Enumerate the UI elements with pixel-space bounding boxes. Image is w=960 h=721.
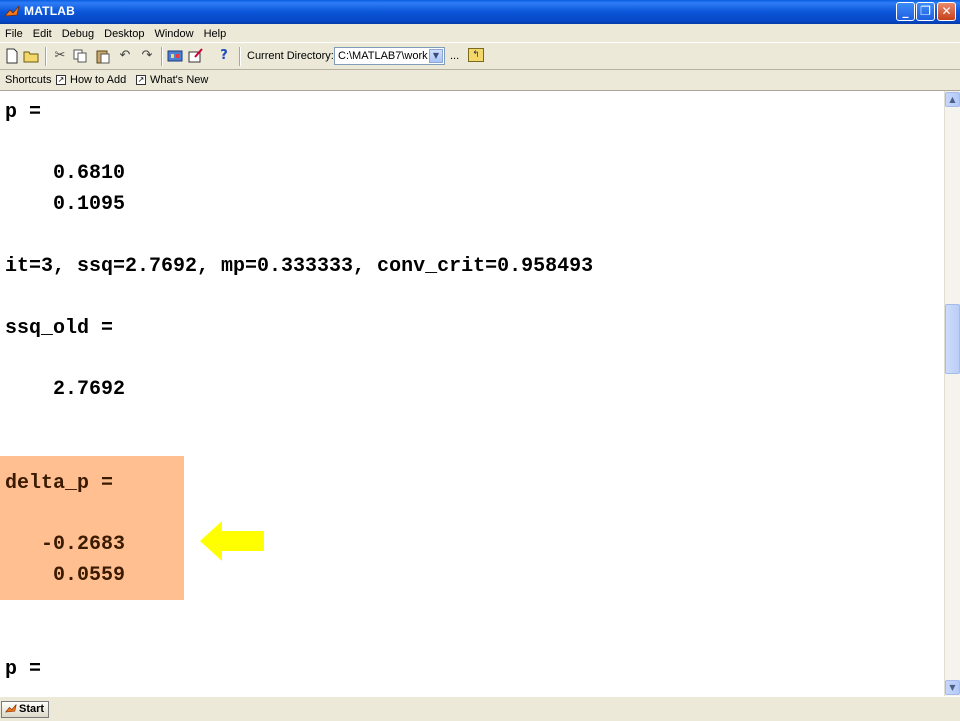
output-line: ssq_old =	[5, 317, 114, 340]
shortcut-icon: ↗	[136, 75, 146, 85]
output-line: p =	[5, 658, 42, 681]
copy-icon[interactable]	[72, 48, 88, 64]
scroll-up-icon[interactable]: ▲	[945, 92, 960, 107]
title-bar: MATLAB _ ❐ ✕	[0, 0, 960, 24]
scrollbar-thumb[interactable]	[945, 304, 960, 374]
menu-file[interactable]: File	[0, 25, 28, 43]
current-directory-value: C:\MATLAB7\work	[338, 50, 428, 62]
output-line: 0.0559	[5, 564, 126, 587]
menu-edit[interactable]: Edit	[28, 25, 57, 43]
start-button[interactable]: Start	[1, 701, 49, 718]
output-line: p =	[5, 101, 42, 124]
vertical-scrollbar[interactable]: ▲ ▼	[944, 91, 960, 696]
output-line: 0.1095	[5, 193, 126, 216]
toolbar-separator	[161, 47, 163, 66]
matlab-logo-icon	[4, 5, 20, 17]
minimize-button[interactable]: _	[896, 2, 915, 21]
shortcuts-label: Shortcuts	[5, 74, 52, 86]
output-line: -0.2683	[5, 533, 126, 556]
new-file-icon[interactable]	[4, 48, 20, 64]
redo-icon[interactable]: ↷	[139, 48, 155, 64]
output-line: 2.7692	[5, 378, 126, 401]
shortcut-icon: ↗	[56, 75, 66, 85]
guide-icon[interactable]	[187, 48, 203, 64]
output-line: it=3, ssq=2.7692, mp=0.333333, conv_crit…	[5, 255, 594, 278]
help-icon[interactable]: ?	[216, 48, 232, 64]
undo-icon[interactable]: ↶	[117, 48, 133, 64]
menu-bar: File Edit Debug Desktop Window Help	[0, 24, 960, 42]
chevron-down-icon[interactable]: ▼	[429, 49, 443, 63]
browse-button[interactable]: ...	[450, 50, 459, 62]
cut-icon[interactable]: ✂	[52, 48, 68, 64]
start-label: Start	[19, 703, 45, 715]
paste-icon[interactable]	[95, 48, 111, 64]
menu-help[interactable]: Help	[199, 25, 232, 43]
shortcut-whats-new[interactable]: What's New	[150, 74, 208, 86]
output-line: 0.6810	[5, 162, 126, 185]
toolbar-separator	[239, 47, 241, 66]
current-directory-label: Current Directory:	[247, 50, 334, 62]
maximize-button[interactable]: ❐	[916, 2, 935, 21]
close-button[interactable]: ✕	[937, 2, 956, 21]
scroll-down-icon[interactable]: ▼	[945, 680, 960, 695]
toolbar: ✂ ↶ ↷ ? Current Directory: C:\MATLAB7\wo…	[0, 42, 960, 70]
menu-desktop[interactable]: Desktop	[99, 25, 149, 43]
status-bar: Start	[0, 696, 960, 721]
menu-debug[interactable]: Debug	[57, 25, 99, 43]
output-line: delta_p =	[5, 472, 114, 495]
shortcut-how-to-add[interactable]: How to Add	[70, 74, 126, 86]
current-directory-field[interactable]: C:\MATLAB7\work ▼	[334, 47, 445, 65]
shortcuts-bar: Shortcuts ↗ How to Add ↗ What's New	[0, 70, 960, 91]
matlab-logo-icon	[5, 704, 17, 713]
toolbar-separator	[45, 47, 47, 66]
arrow-left-icon	[200, 521, 264, 561]
simulink-icon[interactable]	[167, 48, 183, 64]
menu-window[interactable]: Window	[149, 25, 198, 43]
command-window[interactable]: p = 0.6810 0.1095 it=3, ssq=2.7692, mp=0…	[0, 91, 944, 696]
folder-up-icon[interactable]: ↰	[468, 48, 484, 62]
open-folder-icon[interactable]	[23, 48, 39, 64]
window-title: MATLAB	[24, 4, 75, 18]
